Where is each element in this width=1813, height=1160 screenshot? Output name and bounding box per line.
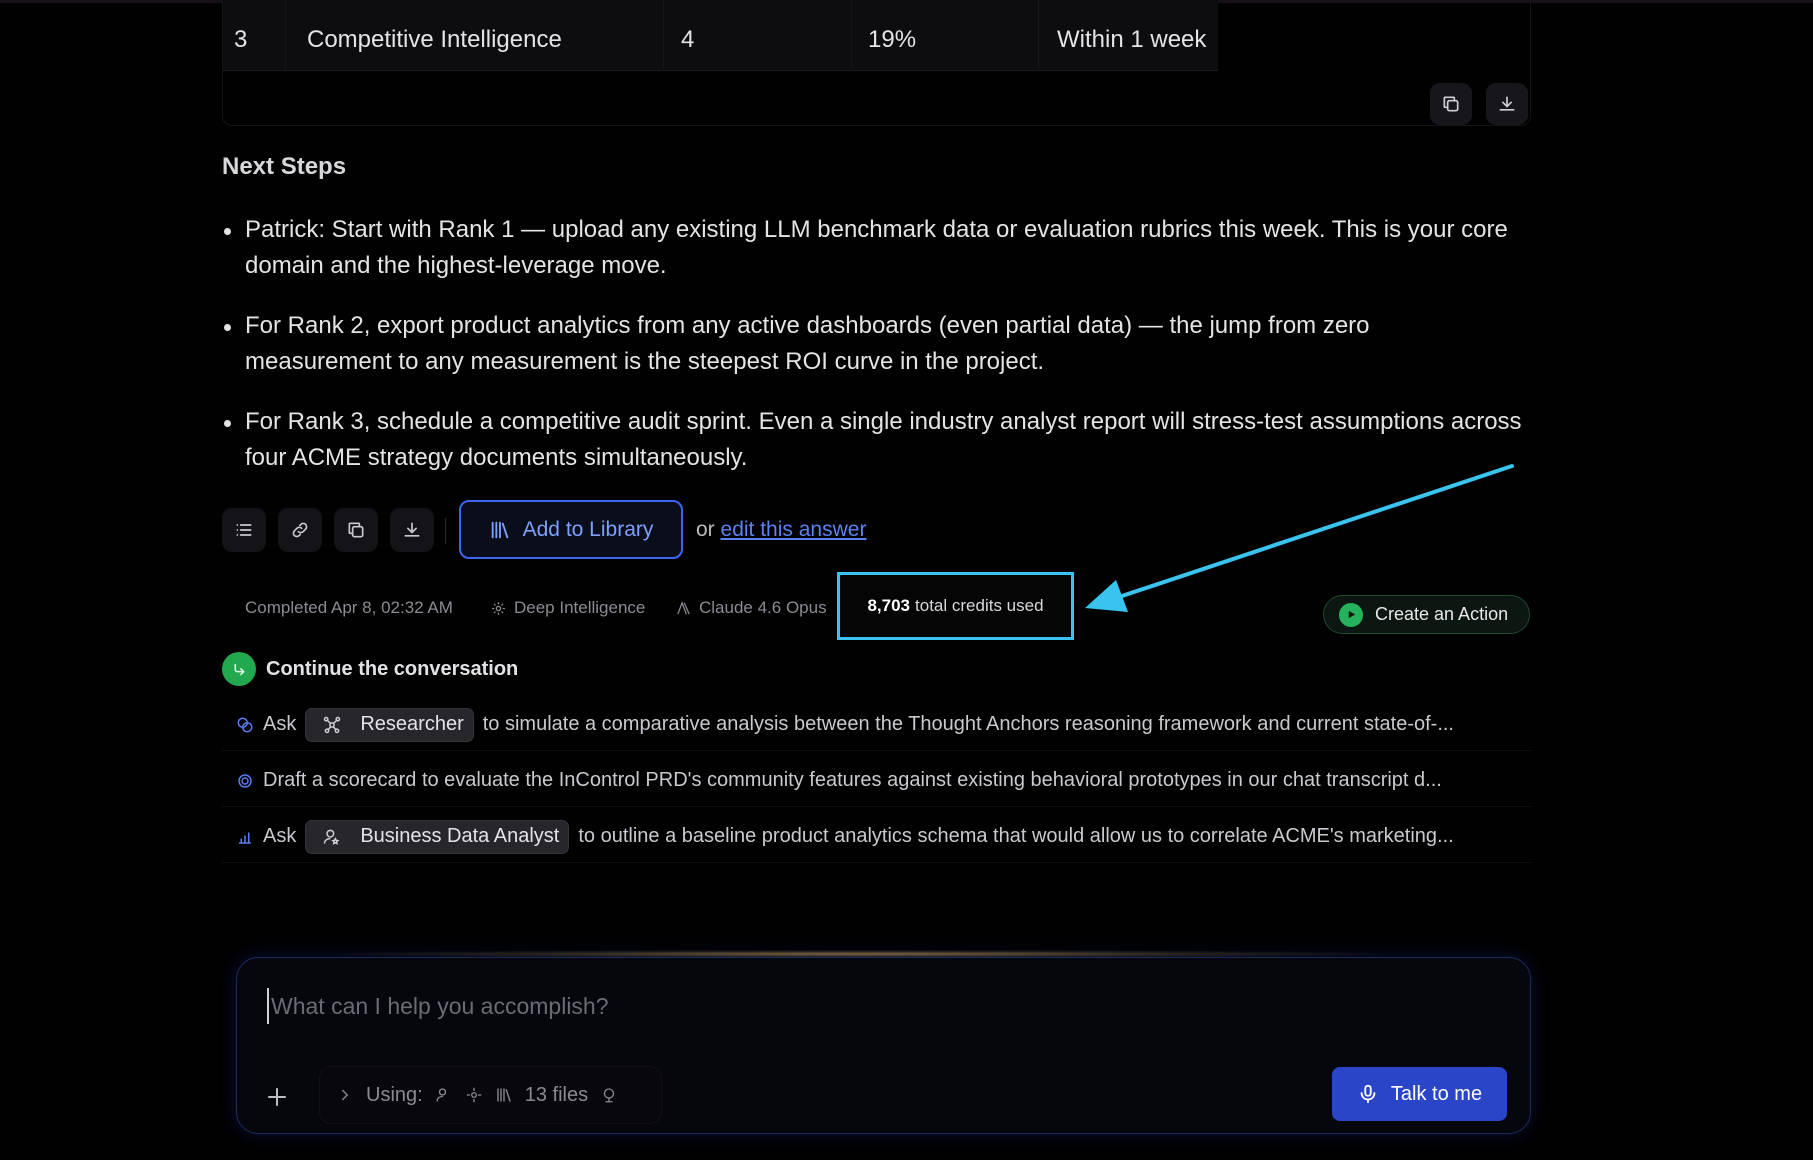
outline-button[interactable]	[222, 508, 266, 552]
create-action-button[interactable]: Create an Action	[1323, 595, 1530, 634]
target-icon	[236, 772, 254, 790]
play-icon	[1339, 602, 1363, 627]
library-icon	[491, 521, 508, 538]
model-label: Claude 4.6 Opus	[675, 598, 827, 618]
suggestion-item-scorecard[interactable]: Draft a scorecard to evaluate the InCont…	[222, 755, 1531, 807]
link-icon	[292, 522, 308, 538]
library-icon	[497, 1088, 511, 1102]
mode-name: Deep Intelligence	[514, 598, 646, 617]
user-star-icon	[436, 1088, 446, 1102]
mode-label: Deep Intelligence	[490, 598, 645, 618]
continue-conversation-heading: Continue the conversation	[222, 652, 518, 686]
brain-icon	[492, 601, 505, 615]
download-icon	[404, 522, 420, 537]
create-action-label: Create an Action	[1375, 604, 1509, 624]
bar-chart-icon	[236, 828, 254, 846]
download-icon	[1499, 96, 1515, 111]
agent-name: Business Data Analyst	[360, 825, 560, 847]
copy-icon	[348, 522, 364, 538]
credits-label: total credits used	[915, 596, 1044, 615]
column-divider	[285, 0, 286, 71]
brain-icon	[236, 716, 254, 734]
next-steps-heading: Next Steps	[222, 153, 347, 180]
table-cell-rank: 3	[234, 26, 248, 53]
user-star-icon	[324, 829, 340, 845]
suggestion-item-analyst[interactable]: Ask Business Data Analyst to outline a b…	[222, 811, 1531, 863]
list-item: For Rank 2, export product analytics fro…	[222, 308, 1522, 380]
suggestion-prefix: Ask	[263, 825, 297, 847]
attach-button[interactable]	[265, 1085, 291, 1111]
results-table-card: 3 Competitive Intelligence 4 19% Within …	[222, 0, 1531, 126]
credits-value: 8,703	[867, 596, 911, 615]
brain-icon	[466, 1087, 482, 1103]
list-icon	[236, 524, 252, 536]
credits-used-badge: 8,703 total credits used	[837, 572, 1074, 640]
table-cell-docs: 4	[681, 26, 695, 53]
talk-to-me-button[interactable]: Talk to me	[1332, 1067, 1507, 1121]
table-row: 3 Competitive Intelligence 4 19% Within …	[223, 0, 1218, 71]
model-name: Claude 4.6 Opus	[699, 598, 827, 617]
agent-name: Researcher	[360, 713, 464, 735]
suggestion-item-researcher[interactable]: Ask Researcher to simulate a comparative…	[222, 699, 1531, 751]
column-divider	[1038, 0, 1039, 71]
chevron-right-icon	[342, 1089, 349, 1101]
column-divider	[851, 0, 852, 71]
chat-page: 3 Competitive Intelligence 4 19% Within …	[0, 0, 1813, 1160]
suggestion-text: to outline a baseline product analytics …	[578, 825, 1454, 847]
add-to-library-label: Add to Library	[522, 517, 654, 541]
table-cell-timeline: Within 1 week	[1057, 26, 1207, 53]
files-count: 13 files	[524, 1083, 589, 1106]
continue-title: Continue the conversation	[266, 657, 519, 680]
download-answer-button[interactable]	[390, 508, 434, 552]
copy-table-button[interactable]	[1430, 83, 1472, 125]
or-label: or	[696, 518, 715, 541]
follow-up-arrow-icon	[222, 652, 256, 686]
microphone-icon	[1360, 1084, 1376, 1104]
table-cell-domain: Competitive Intelligence	[307, 26, 562, 53]
context-selector[interactable]: Using: 13 files	[319, 1066, 662, 1124]
talk-button-label: Talk to me	[1390, 1082, 1483, 1105]
edit-answer-hint: or edit this answer	[696, 518, 866, 542]
using-label: Using:	[366, 1083, 423, 1106]
plus-icon	[268, 1088, 286, 1106]
globe-icon	[603, 1088, 615, 1103]
prompt-input[interactable]	[267, 988, 1467, 1024]
edit-answer-link[interactable]: edit this answer	[721, 518, 867, 541]
table-cell-percent: 19%	[868, 26, 917, 53]
add-to-library-button[interactable]: Add to Library	[459, 500, 683, 559]
completed-timestamp: Completed Apr 8, 02:32 AM	[245, 598, 453, 617]
chat-composer: Using: 13 files Talk to me	[236, 957, 1531, 1134]
suggestion-text: Draft a scorecard to evaluate the InCont…	[263, 769, 1442, 791]
download-table-button[interactable]	[1486, 83, 1528, 125]
copy-answer-button[interactable]	[334, 508, 378, 552]
suggestion-prefix: Ask	[263, 713, 297, 735]
network-icon	[324, 716, 341, 733]
list-item: Patrick: Start with Rank 1 — upload any …	[222, 212, 1522, 284]
copy-icon	[1443, 96, 1459, 112]
anthropic-logo-icon	[677, 600, 690, 614]
next-steps-list: Patrick: Start with Rank 1 — upload any …	[222, 212, 1522, 500]
column-divider	[663, 0, 664, 71]
suggestion-text: to simulate a comparative analysis betwe…	[482, 713, 1454, 735]
share-link-button[interactable]	[278, 508, 322, 552]
toolbar-divider	[445, 518, 446, 544]
agent-chip-business-data-analyst[interactable]: Business Data Analyst	[305, 819, 570, 854]
agent-chip-researcher[interactable]: Researcher	[305, 707, 474, 742]
